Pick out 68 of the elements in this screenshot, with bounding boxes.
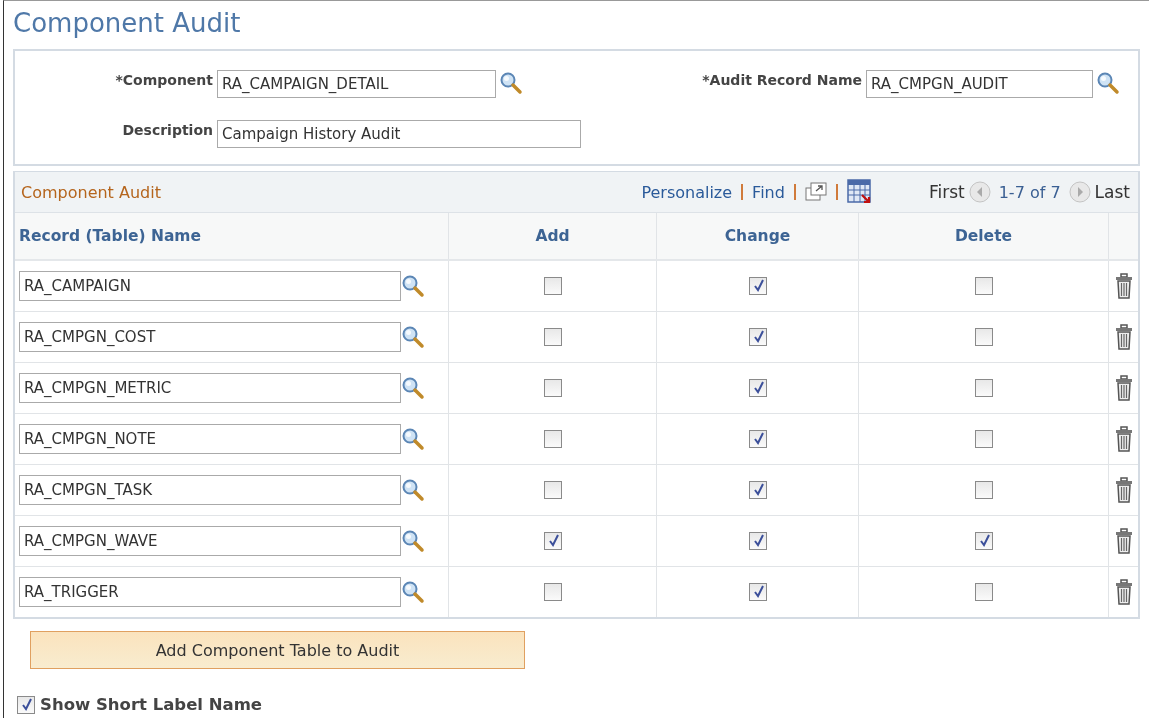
change-checkbox[interactable] xyxy=(748,532,767,550)
search-icon[interactable] xyxy=(1096,71,1120,95)
input-field[interactable]: RA_CAMPAIGN_DETAIL xyxy=(217,70,496,98)
change-checkbox[interactable] xyxy=(748,481,767,499)
delete-checkbox[interactable] xyxy=(974,328,993,346)
search-icon[interactable] xyxy=(401,325,425,349)
add-checkbox[interactable] xyxy=(543,379,562,397)
delete-row-icon[interactable] xyxy=(1114,579,1133,605)
delete-row-icon[interactable] xyxy=(1114,324,1133,350)
page-title: Component Audit xyxy=(13,7,242,40)
record-name-field[interactable]: RA_CMPGN_TASK xyxy=(19,475,401,505)
delete-row-icon[interactable] xyxy=(1114,426,1133,452)
record-name-field[interactable]: RA_CMPGN_METRIC xyxy=(19,373,401,403)
page-range: 1-7 of 7 xyxy=(998,182,1061,202)
find-link[interactable]: Find xyxy=(752,182,785,202)
record-name-field[interactable]: RA_CMPGN_COST xyxy=(19,322,401,352)
delete-checkbox[interactable] xyxy=(974,481,993,499)
change-checkbox[interactable] xyxy=(748,328,767,346)
delete-row-icon[interactable] xyxy=(1114,273,1133,299)
delete-row-icon[interactable] xyxy=(1114,375,1133,401)
field-label: *Audit Record Name xyxy=(701,71,862,88)
search-icon[interactable] xyxy=(401,478,425,502)
search-icon[interactable] xyxy=(401,427,425,451)
field-label: *Component xyxy=(114,71,213,88)
delete-checkbox[interactable] xyxy=(974,532,993,550)
search-icon[interactable] xyxy=(401,580,425,604)
last-label: Last xyxy=(1094,182,1130,202)
add-checkbox[interactable] xyxy=(543,583,562,601)
input-field[interactable]: RA_CMPGN_AUDIT xyxy=(866,70,1093,98)
delete-row-icon[interactable] xyxy=(1114,528,1133,554)
add-checkbox[interactable] xyxy=(543,481,562,499)
column-header: Change xyxy=(657,213,859,259)
record-name-field[interactable]: RA_CMPGN_WAVE xyxy=(19,526,401,556)
previous-icon[interactable] xyxy=(968,181,991,203)
search-icon[interactable] xyxy=(401,529,425,553)
search-icon[interactable] xyxy=(499,71,523,95)
add-component-table-button[interactable]: Add Component Table to Audit xyxy=(30,631,525,669)
next-icon[interactable] xyxy=(1068,181,1091,203)
record-name-field[interactable]: RA_CAMPAIGN xyxy=(19,271,401,301)
delete-checkbox[interactable] xyxy=(974,430,993,448)
show-short-label-checkbox[interactable] xyxy=(17,695,35,714)
add-checkbox[interactable] xyxy=(543,277,562,295)
checkbox-label: Show Short Label Name xyxy=(40,695,263,714)
personalize-link[interactable]: Personalize xyxy=(641,182,733,202)
delete-row-icon[interactable] xyxy=(1114,477,1133,503)
add-checkbox[interactable] xyxy=(543,328,562,346)
record-name-field[interactable]: RA_TRIGGER xyxy=(19,577,401,607)
delete-checkbox[interactable] xyxy=(974,379,993,397)
change-checkbox[interactable] xyxy=(748,430,767,448)
input-field[interactable]: Campaign History Audit xyxy=(217,120,581,148)
change-checkbox[interactable] xyxy=(748,277,767,295)
search-icon[interactable] xyxy=(401,274,425,298)
add-checkbox[interactable] xyxy=(543,430,562,448)
change-checkbox[interactable] xyxy=(748,379,767,397)
add-checkbox[interactable] xyxy=(543,532,562,550)
column-header: Delete xyxy=(859,213,1109,259)
delete-checkbox[interactable] xyxy=(974,277,993,295)
column-header: Record (Table) Name xyxy=(15,213,449,259)
search-icon[interactable] xyxy=(401,376,425,400)
delete-checkbox[interactable] xyxy=(974,583,993,601)
grid-title: Component Audit xyxy=(21,182,161,202)
field-label: Description xyxy=(121,121,213,138)
first-label: First xyxy=(928,182,965,202)
grid-download-icon[interactable] xyxy=(846,179,873,205)
column-header: Add xyxy=(449,213,657,259)
record-name-field[interactable]: RA_CMPGN_NOTE xyxy=(19,424,401,454)
change-checkbox[interactable] xyxy=(748,583,767,601)
new-window-icon[interactable] xyxy=(804,182,827,202)
